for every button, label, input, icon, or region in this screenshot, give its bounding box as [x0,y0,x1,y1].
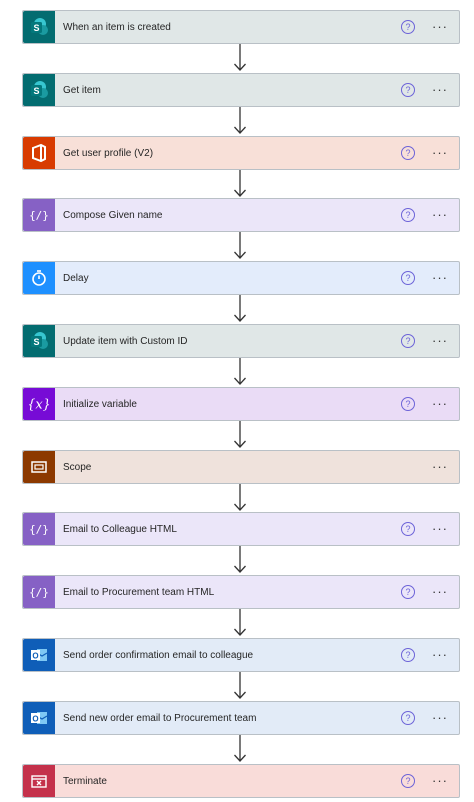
step-label: Email to Procurement team HTML [63,586,215,598]
help-icon[interactable]: ? [401,774,415,788]
flow-step[interactable]: {/} Compose Given name? ··· [22,198,460,232]
sharepoint-icon: S [23,74,55,106]
scope-icon [23,451,55,483]
more-options-icon[interactable]: ··· [429,460,451,473]
outlook-icon: O [23,639,55,671]
svg-text:{x}: {x} [29,398,49,413]
more-options-icon[interactable]: ··· [429,585,451,598]
svg-text:{/}: {/} [29,523,49,536]
help-icon[interactable]: ? [401,146,415,160]
flow-step[interactable]: S Get item? ··· [22,73,460,107]
flow-step[interactable]: O Send new order email to Procurement tea… [22,701,460,735]
more-options-icon[interactable]: ··· [429,20,451,33]
step-label: Scope [63,461,92,473]
svg-text:S: S [33,86,39,96]
connector-arrow-icon [232,358,248,387]
help-icon[interactable]: ? [401,648,415,662]
connector-arrow-icon [232,107,248,136]
svg-text:O: O [32,715,38,724]
help-icon[interactable]: ? [401,397,415,411]
more-options-icon[interactable]: ··· [429,208,451,221]
svg-text:S: S [33,337,39,347]
connector-arrow-icon [232,170,248,199]
connector-arrow-icon [232,421,248,450]
outlook-icon: O [23,702,55,734]
svg-text:S: S [33,23,39,33]
sharepoint-icon: S [23,325,55,357]
help-icon[interactable]: ? [401,334,415,348]
flow-step[interactable]: O Send order confirmation email to collea… [22,638,460,672]
flow-step[interactable]: Scope ··· [22,450,460,484]
help-icon[interactable]: ? [401,711,415,725]
connector-arrow-icon [232,484,248,513]
flow-step[interactable]: Terminate? ··· [22,764,460,798]
connector-arrow-icon [232,295,248,324]
step-label: Compose Given name [63,209,163,221]
compose-icon: {/} [23,199,55,231]
connector-arrow-icon [232,672,248,701]
flow-step[interactable]: {x} Initialize variable? ··· [22,387,460,421]
compose-icon: {/} [23,513,55,545]
help-icon[interactable]: ? [401,208,415,222]
terminate-icon [23,765,55,797]
step-label: Send order confirmation email to colleag… [63,649,254,661]
timer-icon [23,262,55,294]
flow-step[interactable]: Delay? ··· [22,261,460,295]
more-options-icon[interactable]: ··· [429,271,451,284]
more-options-icon[interactable]: ··· [429,711,451,724]
office-icon [23,137,55,169]
svg-text:{/}: {/} [29,209,49,222]
compose-icon: {/} [23,576,55,608]
connector-arrow-icon [232,232,248,261]
step-label: Send new order email to Procurement team [63,712,257,724]
step-label: Terminate [63,775,107,787]
help-icon[interactable]: ? [401,522,415,536]
step-label: Delay [63,272,89,284]
more-options-icon[interactable]: ··· [429,334,451,347]
connector-arrow-icon [232,735,248,764]
step-label: Get item [63,84,101,96]
variable-icon: {x} [23,388,55,420]
more-options-icon[interactable]: ··· [429,146,451,159]
flow-step[interactable]: S When an item is created? ··· [22,10,460,44]
step-label: When an item is created [63,21,171,33]
step-label: Email to Colleague HTML [63,523,177,535]
svg-text:O: O [32,652,38,661]
svg-text:{/}: {/} [29,586,49,599]
more-options-icon[interactable]: ··· [429,648,451,661]
more-options-icon[interactable]: ··· [429,397,451,410]
help-icon[interactable]: ? [401,271,415,285]
flow-canvas: S When an item is created? ··· S Get item? ··… [0,0,474,802]
more-options-icon[interactable]: ··· [429,522,451,535]
help-icon[interactable]: ? [401,585,415,599]
flow-step[interactable]: S Update item with Custom ID? ··· [22,324,460,358]
connector-arrow-icon [232,546,248,575]
sharepoint-icon: S [23,11,55,43]
step-label: Initialize variable [63,398,137,410]
connector-arrow-icon [232,44,248,73]
help-icon[interactable]: ? [401,20,415,34]
flow-step[interactable]: {/} Email to Procurement team HTML? ··· [22,575,460,609]
step-label: Update item with Custom ID [63,335,188,347]
more-options-icon[interactable]: ··· [429,774,451,787]
connector-arrow-icon [232,609,248,638]
flow-step[interactable]: {/} Email to Colleague HTML? ··· [22,512,460,546]
more-options-icon[interactable]: ··· [429,83,451,96]
step-label: Get user profile (V2) [63,147,154,159]
help-icon[interactable]: ? [401,83,415,97]
flow-step[interactable]: Get user profile (V2)? ··· [22,136,460,170]
